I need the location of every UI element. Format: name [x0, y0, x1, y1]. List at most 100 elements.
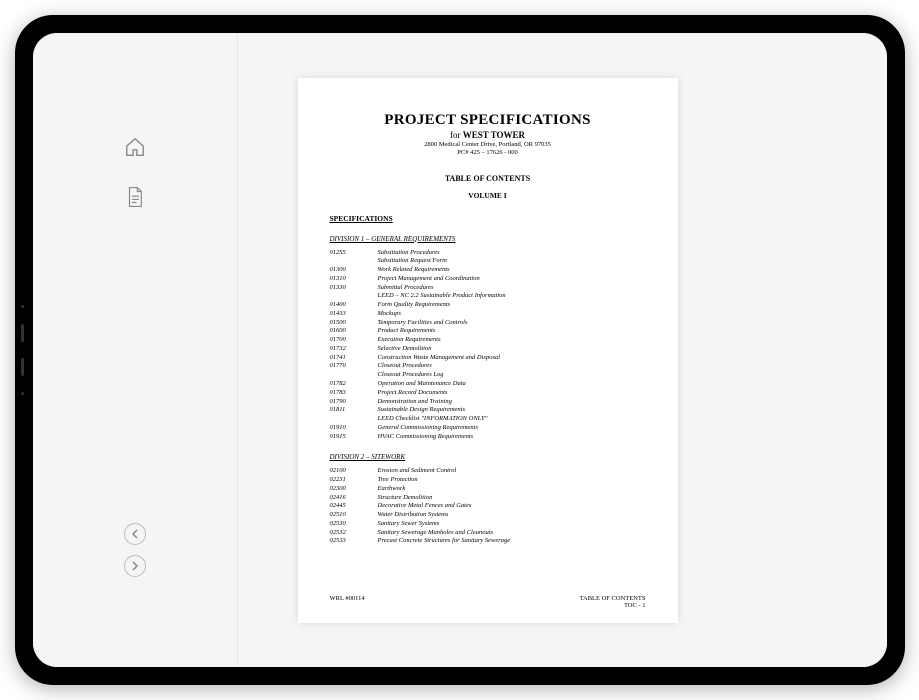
doc-address: 2800 Medical Center Drive, Portland, OR … — [330, 141, 646, 148]
spec-item-code: 01600 — [330, 327, 378, 336]
footer-right: TABLE OF CONTENTS TOC - 1 — [580, 595, 646, 609]
page-nav — [124, 523, 146, 577]
division-2-items: 02100Erosion and Sediment Control02231Tr… — [330, 467, 646, 546]
chevron-left-icon — [131, 529, 139, 539]
spec-item-row: 02510Water Distribution Systems — [330, 511, 646, 520]
spec-item-title: Work Related Requirements — [378, 266, 646, 275]
document-viewport[interactable]: PROJECT SPECIFICATIONS for WEST TOWER 28… — [238, 33, 887, 667]
spec-item-row: 02416Structure Demolition — [330, 494, 646, 503]
spec-item-code — [330, 257, 378, 266]
spec-item-title: Form Quality Requirements — [378, 301, 646, 310]
spec-item-title: Submittal Procedures — [378, 284, 646, 293]
spec-item-row: 01783Project Record Documents — [330, 389, 646, 398]
spec-item-code: 01910 — [330, 424, 378, 433]
spec-item-title: Demonstration and Training — [378, 398, 646, 407]
next-page-button[interactable] — [124, 555, 146, 577]
spec-item-code: 01500 — [330, 319, 378, 328]
spec-item-row: 01255Substitution Procedures — [330, 249, 646, 258]
spec-item-code: 01783 — [330, 389, 378, 398]
spec-item-row: 02530Sanitary Sewer Systems — [330, 520, 646, 529]
spec-item-code: 02231 — [330, 476, 378, 485]
tablet-frame: PROJECT SPECIFICATIONS for WEST TOWER 28… — [15, 15, 905, 685]
spec-item-row: 01500Temporary Facilities and Controls — [330, 319, 646, 328]
spec-item-row: 01811Sustainable Design Requirements — [330, 406, 646, 415]
spec-item-row: 01770Closeout Procedures — [330, 362, 646, 371]
spec-item-row: 01330Submittal Procedures — [330, 284, 646, 293]
spec-item-row: 01915HVAC Commissioning Requirements — [330, 433, 646, 442]
page-footer: WRL #00114 TABLE OF CONTENTS TOC - 1 — [330, 595, 646, 609]
spec-item-code: 01741 — [330, 354, 378, 363]
spec-item-row: 01433Mockups — [330, 310, 646, 319]
spec-item-code: 01700 — [330, 336, 378, 345]
spec-item-title: Decorative Metal Fences and Gates — [378, 502, 646, 511]
spec-item-title: Selective Demolition — [378, 345, 646, 354]
spec-item-row: 02445Decorative Metal Fences and Gates — [330, 502, 646, 511]
spec-item-code: 01782 — [330, 380, 378, 389]
spec-item-row: LEED Checklist "INFORMATION ONLY" — [330, 415, 646, 424]
spec-item-title: Sanitary Sewerage Manholes and Cleanouts — [378, 529, 646, 538]
division-1-items: 01255Substitution ProceduresSubstitution… — [330, 249, 646, 442]
spec-item-title: Substitution Procedures — [378, 249, 646, 258]
home-icon — [124, 136, 146, 158]
spec-item-row: 01310Project Management and Coordination — [330, 275, 646, 284]
document-icon — [125, 186, 145, 208]
spec-item-title: Construction Waste Management and Dispos… — [378, 354, 646, 363]
spec-item-code: 02533 — [330, 537, 378, 546]
spec-item-code: 02100 — [330, 467, 378, 476]
spec-item-title: Mockups — [378, 310, 646, 319]
sidebar — [33, 33, 238, 667]
spec-item-title: Substitution Request Form — [378, 257, 646, 266]
spec-item-code: 01915 — [330, 433, 378, 442]
doc-title: PROJECT SPECIFICATIONS — [330, 112, 646, 129]
spec-item-code: 01770 — [330, 362, 378, 371]
spec-item-row: 02532Sanitary Sewerage Manholes and Clea… — [330, 529, 646, 538]
doc-subtitle: for WEST TOWER — [330, 130, 646, 140]
spec-item-row: 01790Demonstration and Training — [330, 398, 646, 407]
spec-item-title: Project Record Documents — [378, 389, 646, 398]
spec-item-title: HVAC Commissioning Requirements — [378, 433, 646, 442]
spec-item-code: 01433 — [330, 310, 378, 319]
division-1-heading: DIVISION 1 – GENERAL REQUIREMENTS — [330, 235, 646, 243]
spec-item-row: 01910General Commissioning Requirements — [330, 424, 646, 433]
spec-item-row: 01400Form Quality Requirements — [330, 301, 646, 310]
spec-item-title: LEED Checklist "INFORMATION ONLY" — [378, 415, 646, 424]
spec-item-title: Operation and Maintenance Data — [378, 380, 646, 389]
spec-item-row: 02300Earthwork — [330, 485, 646, 494]
spec-item-code: 02445 — [330, 502, 378, 511]
spec-item-code: 02416 — [330, 494, 378, 503]
spec-item-code: 02510 — [330, 511, 378, 520]
division-2-heading: DIVISION 2 – SITEWORK — [330, 453, 646, 461]
spec-item-row: 02231Tree Protection — [330, 476, 646, 485]
spec-item-code: 01811 — [330, 406, 378, 415]
spec-item-row: Substitution Request Form — [330, 257, 646, 266]
spec-item-code: 01790 — [330, 398, 378, 407]
spec-item-code: 02530 — [330, 520, 378, 529]
spec-item-title: Sanitary Sewer Systems — [378, 520, 646, 529]
spec-item-title: General Commissioning Requirements — [378, 424, 646, 433]
spec-item-title: Structure Demolition — [378, 494, 646, 503]
spec-item-title: Sustainable Design Requirements — [378, 406, 646, 415]
spec-item-code: 02532 — [330, 529, 378, 538]
spec-item-code: 01255 — [330, 249, 378, 258]
doc-pc: PC# 425 – 17626 - 000 — [330, 149, 646, 156]
specifications-heading: SPECIFICATIONS — [330, 214, 646, 223]
spec-item-title: Temporary Facilities and Controls — [378, 319, 646, 328]
spec-item-row: LEED – NC 2.2 Sustainable Product Inform… — [330, 292, 646, 301]
prev-page-button[interactable] — [124, 523, 146, 545]
spec-item-code: 01300 — [330, 266, 378, 275]
spec-item-code: 01310 — [330, 275, 378, 284]
spec-item-row: 01600Product Requirements — [330, 327, 646, 336]
spec-item-code: 01732 — [330, 345, 378, 354]
spec-item-code — [330, 371, 378, 380]
footer-left: WRL #00114 — [330, 595, 365, 609]
spec-item-title: Tree Protection — [378, 476, 646, 485]
spec-item-title: Water Distribution Systems — [378, 511, 646, 520]
document-button[interactable] — [121, 183, 149, 211]
spec-item-code — [330, 292, 378, 301]
chevron-right-icon — [131, 561, 139, 571]
spec-item-row: 01300Work Related Requirements — [330, 266, 646, 275]
spec-item-row: 01732Selective Demolition — [330, 345, 646, 354]
spec-item-code: 01330 — [330, 284, 378, 293]
spec-item-row: Closeout Procedures Log — [330, 371, 646, 380]
home-button[interactable] — [121, 133, 149, 161]
